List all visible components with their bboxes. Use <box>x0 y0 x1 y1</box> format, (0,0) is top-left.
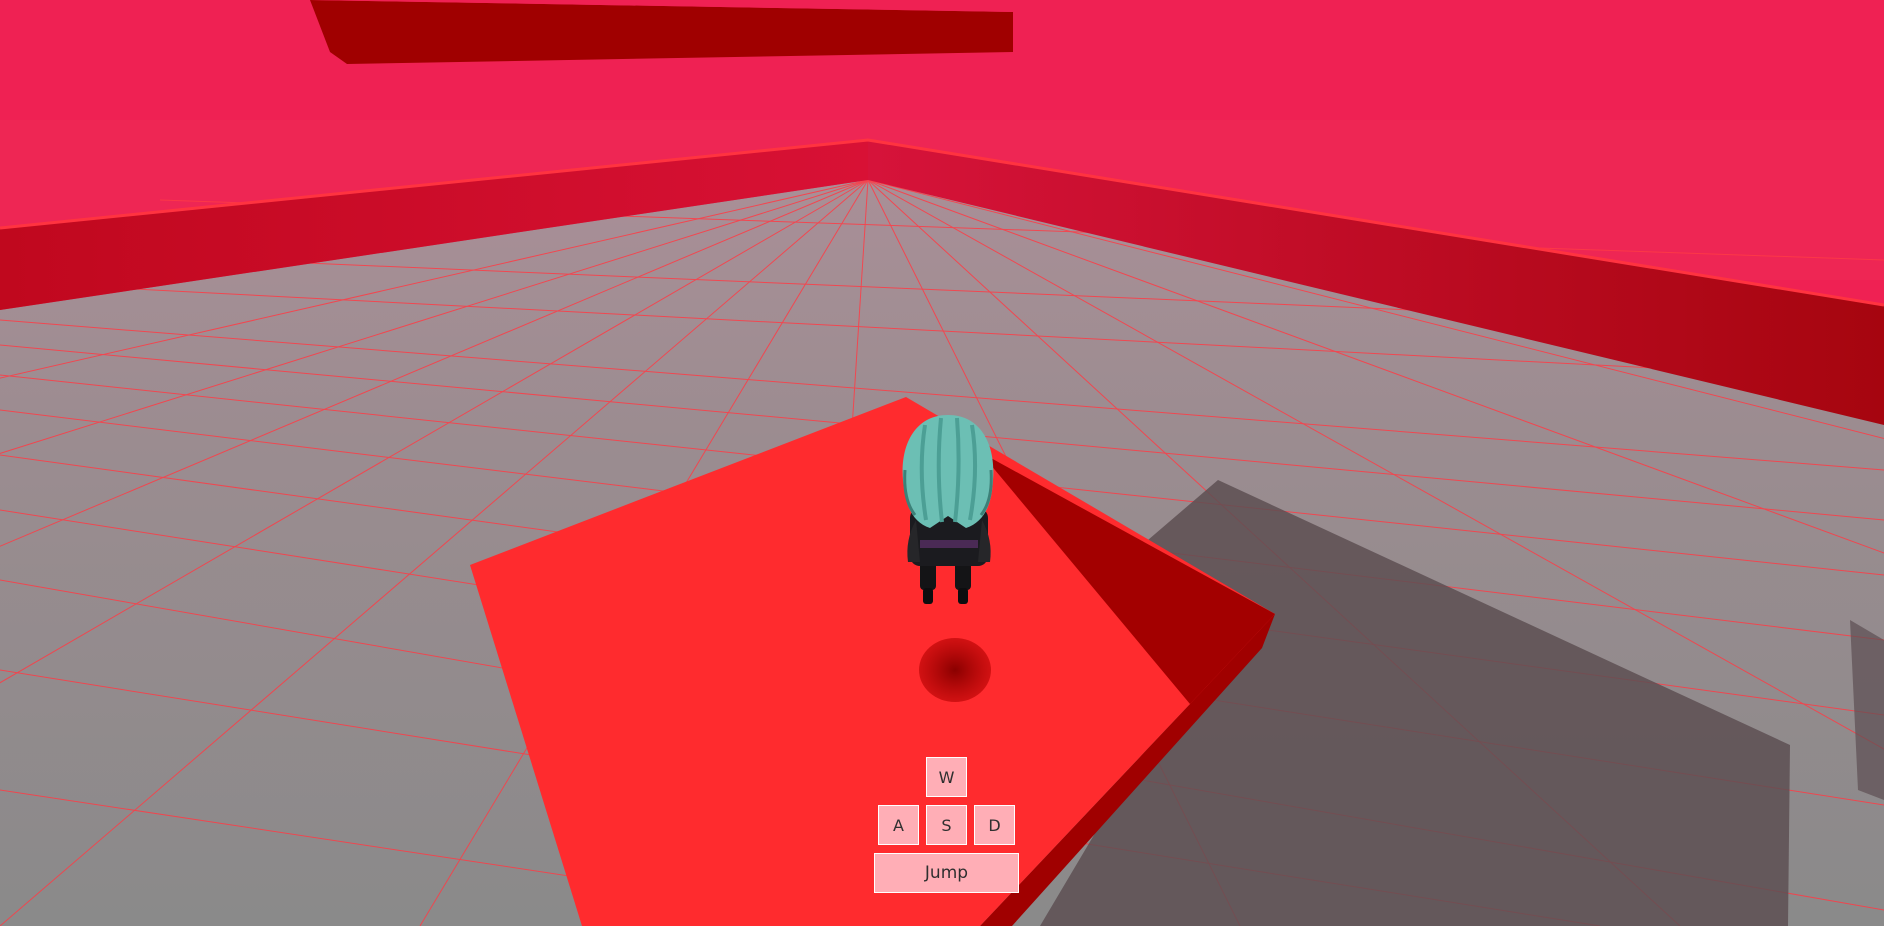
character-shadow <box>919 638 991 702</box>
jump-button[interactable]: Jump <box>874 853 1019 893</box>
move-forward-key[interactable]: W <box>926 757 967 797</box>
game-viewport[interactable]: W A S D Jump <box>0 0 1884 926</box>
move-left-key[interactable]: A <box>878 805 919 845</box>
move-right-key[interactable]: D <box>974 805 1015 845</box>
move-back-key[interactable]: S <box>926 805 967 845</box>
